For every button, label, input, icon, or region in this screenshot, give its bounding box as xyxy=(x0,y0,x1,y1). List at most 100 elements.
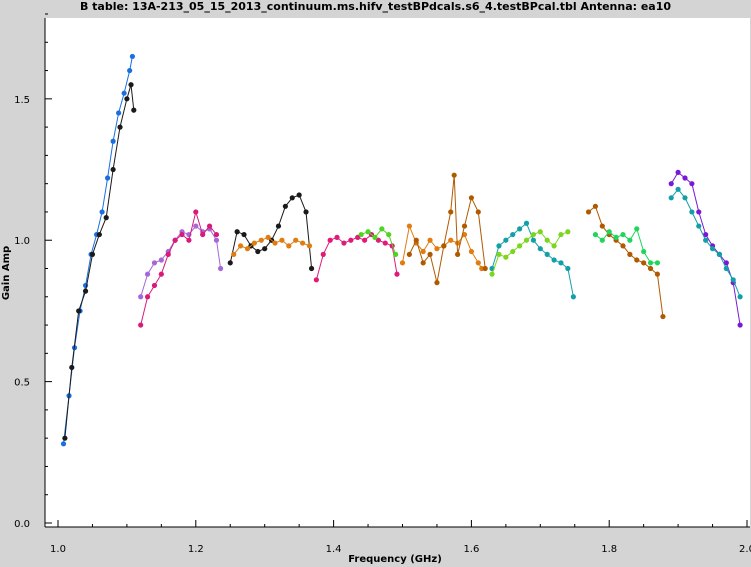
data-point xyxy=(730,277,736,283)
data-point xyxy=(489,271,495,277)
data-point xyxy=(379,226,385,232)
data-point xyxy=(517,243,523,249)
data-point xyxy=(461,223,468,229)
data-point xyxy=(496,243,502,249)
data-point xyxy=(668,195,674,201)
data-point xyxy=(641,260,647,266)
data-point xyxy=(675,186,681,192)
data-point xyxy=(241,231,247,238)
data-point xyxy=(341,240,347,246)
data-point xyxy=(279,237,285,243)
data-point xyxy=(227,260,233,266)
data-point xyxy=(348,237,354,243)
data-point xyxy=(427,251,433,257)
data-point xyxy=(558,231,564,238)
x-tick-label: 1.0 xyxy=(50,544,66,555)
data-point xyxy=(382,240,388,246)
data-point xyxy=(308,265,315,272)
data-point xyxy=(127,67,133,74)
data-point xyxy=(320,251,326,257)
data-point xyxy=(647,265,654,272)
data-point xyxy=(306,243,313,249)
data-point xyxy=(200,231,206,238)
data-point xyxy=(131,107,137,113)
data-point xyxy=(654,271,661,277)
data-point xyxy=(62,435,68,441)
data-point xyxy=(116,110,122,116)
data-point xyxy=(606,229,612,235)
data-point xyxy=(496,251,502,257)
data-point xyxy=(393,251,399,257)
data-point xyxy=(121,90,127,96)
data-point xyxy=(654,260,661,266)
data-point xyxy=(117,124,123,130)
data-point xyxy=(365,229,371,235)
data-point xyxy=(510,231,516,238)
data-point xyxy=(144,271,151,277)
data-point xyxy=(503,254,509,260)
data-point xyxy=(386,231,392,238)
data-point xyxy=(455,251,461,257)
data-point xyxy=(282,203,288,209)
data-point xyxy=(82,288,89,294)
data-point xyxy=(427,237,433,243)
data-point xyxy=(627,237,633,243)
data-point xyxy=(716,251,723,257)
data-point xyxy=(255,248,261,255)
data-point xyxy=(689,209,695,215)
data-point xyxy=(523,220,530,226)
data-point xyxy=(234,229,240,235)
data-point xyxy=(709,246,716,252)
data-point xyxy=(129,53,136,60)
data-point xyxy=(517,226,523,232)
data-point xyxy=(641,248,647,255)
data-point xyxy=(244,246,251,252)
data-point xyxy=(660,313,666,320)
data-point xyxy=(468,248,474,255)
data-point xyxy=(668,181,674,187)
data-point xyxy=(482,265,488,272)
x-tick-label: 1.8 xyxy=(601,544,617,555)
data-point xyxy=(689,181,695,187)
data-point xyxy=(523,237,530,243)
data-point xyxy=(647,260,654,266)
y-tick-label: 0.5 xyxy=(14,378,30,389)
data-point xyxy=(144,294,151,300)
data-point xyxy=(158,257,164,263)
data-point xyxy=(193,209,199,215)
data-point xyxy=(475,209,481,215)
data-point xyxy=(296,192,302,198)
data-point xyxy=(406,223,412,229)
data-point xyxy=(289,195,295,201)
x-tick-label: 1.2 xyxy=(188,544,204,555)
data-point xyxy=(627,251,633,257)
x-tick-label: 1.4 xyxy=(326,544,342,555)
data-point xyxy=(737,294,743,300)
data-point xyxy=(96,231,102,238)
data-point xyxy=(448,237,454,243)
data-point xyxy=(172,237,178,243)
data-point xyxy=(286,243,292,249)
data-point xyxy=(89,251,96,257)
data-point xyxy=(327,237,333,243)
data-point xyxy=(441,243,447,249)
data-point xyxy=(448,209,454,215)
data-point xyxy=(399,260,406,266)
y-tick-label: 0.0 xyxy=(14,519,30,530)
data-point xyxy=(69,364,75,371)
data-point xyxy=(394,271,400,277)
data-point xyxy=(723,265,729,272)
data-point xyxy=(406,251,412,257)
data-point xyxy=(544,251,550,257)
data-point xyxy=(592,203,599,209)
data-point xyxy=(475,260,481,266)
data-point xyxy=(565,265,571,272)
data-point xyxy=(372,234,378,240)
x-tick-label: 1.6 xyxy=(463,544,479,555)
data-point xyxy=(599,237,605,243)
data-point xyxy=(124,96,130,102)
data-point xyxy=(258,237,264,243)
data-point xyxy=(362,237,368,243)
data-point xyxy=(434,280,440,286)
data-point xyxy=(682,195,688,201)
